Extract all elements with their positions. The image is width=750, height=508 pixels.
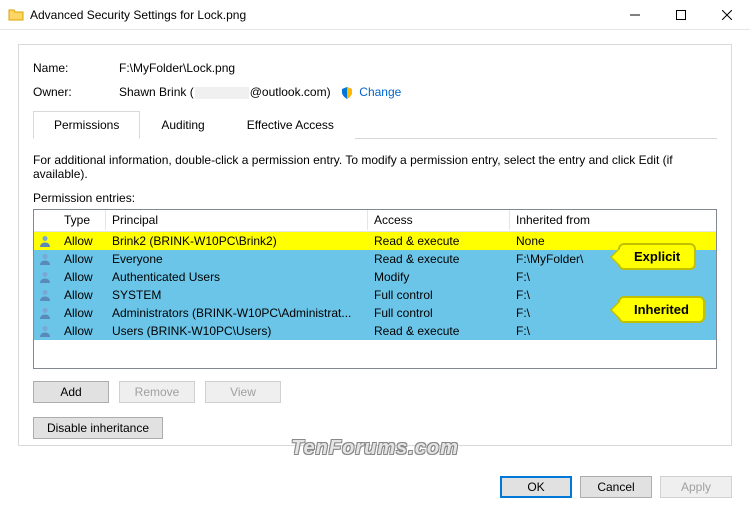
cancel-button[interactable]: Cancel [580,476,652,498]
tab-auditing[interactable]: Auditing [140,111,225,139]
cell-type: Allow [58,287,106,303]
cell-principal: Users (BRINK-W10PC\Users) [106,323,368,339]
dialog-buttons: OK Cancel Apply [500,476,732,498]
cell-access: Full control [368,287,510,303]
cell-access: Read & execute [368,251,510,267]
user-icon [34,252,58,266]
cell-access: Read & execute [368,323,510,339]
redacted-email [195,87,249,99]
cell-access: Modify [368,269,510,285]
owner-row: Owner: Shawn Brink (@outlook.com) Change [33,85,717,100]
view-button[interactable]: View [205,381,281,403]
table-row[interactable]: AllowUsers (BRINK-W10PC\Users)Read & exe… [34,322,716,340]
info-text: For additional information, double-click… [33,153,717,181]
cell-inherited: F:\ [510,269,716,285]
cell-type: Allow [58,269,106,285]
cell-type: Allow [58,323,106,339]
cell-type: Allow [58,305,106,321]
col-type[interactable]: Type [58,210,106,230]
cell-principal: Brink2 (BRINK-W10PC\Brink2) [106,233,368,249]
list-label: Permission entries: [33,191,717,205]
tabs: Permissions Auditing Effective Access [33,110,717,139]
window-controls [612,0,750,30]
user-icon [34,306,58,320]
ok-button[interactable]: OK [500,476,572,498]
inheritance-buttons: Disable inheritance [33,417,717,439]
tab-effective-access[interactable]: Effective Access [226,111,355,139]
col-principal[interactable]: Principal [106,210,368,230]
tab-permissions[interactable]: Permissions [33,111,140,139]
cell-type: Allow [58,233,106,249]
callout-inherited: Inherited [618,296,705,323]
cell-type: Allow [58,251,106,267]
cell-principal: Administrators (BRINK-W10PC\Administrat.… [106,305,368,321]
user-icon [34,270,58,284]
remove-button[interactable]: Remove [119,381,195,403]
disable-inheritance-button[interactable]: Disable inheritance [33,417,163,439]
name-label: Name: [33,61,119,75]
user-icon [34,234,58,248]
shield-icon [340,86,354,100]
cell-principal: Authenticated Users [106,269,368,285]
window-title: Advanced Security Settings for Lock.png [30,8,612,22]
permissions-table: Type Principal Access Inherited from All… [33,209,717,369]
titlebar: Advanced Security Settings for Lock.png [0,0,750,30]
name-value: F:\MyFolder\Lock.png [119,61,235,75]
cell-principal: Everyone [106,251,368,267]
cell-access: Full control [368,305,510,321]
user-icon [34,288,58,302]
minimize-button[interactable] [612,0,658,30]
cell-access: Read & execute [368,233,510,249]
callout-explicit: Explicit [618,243,696,270]
cell-principal: SYSTEM [106,287,368,303]
col-inherited[interactable]: Inherited from [510,210,716,230]
table-header: Type Principal Access Inherited from [34,210,716,232]
name-row: Name: F:\MyFolder\Lock.png [33,61,717,75]
entry-buttons: Add Remove View [33,381,717,403]
apply-button[interactable]: Apply [660,476,732,498]
table-row[interactable]: AllowAuthenticated UsersModifyF:\ [34,268,716,286]
owner-email-suffix: @outlook.com) [250,85,331,99]
change-owner-link[interactable]: Change [359,85,401,99]
owner-label: Owner: [33,85,119,100]
user-icon [34,324,58,338]
cell-inherited: F:\ [510,323,716,339]
maximize-button[interactable] [658,0,704,30]
owner-name: Shawn Brink [119,85,186,99]
folder-icon [8,7,24,23]
close-button[interactable] [704,0,750,30]
col-access[interactable]: Access [368,210,510,230]
owner-value: Shawn Brink (@outlook.com) Change [119,85,401,100]
add-button[interactable]: Add [33,381,109,403]
